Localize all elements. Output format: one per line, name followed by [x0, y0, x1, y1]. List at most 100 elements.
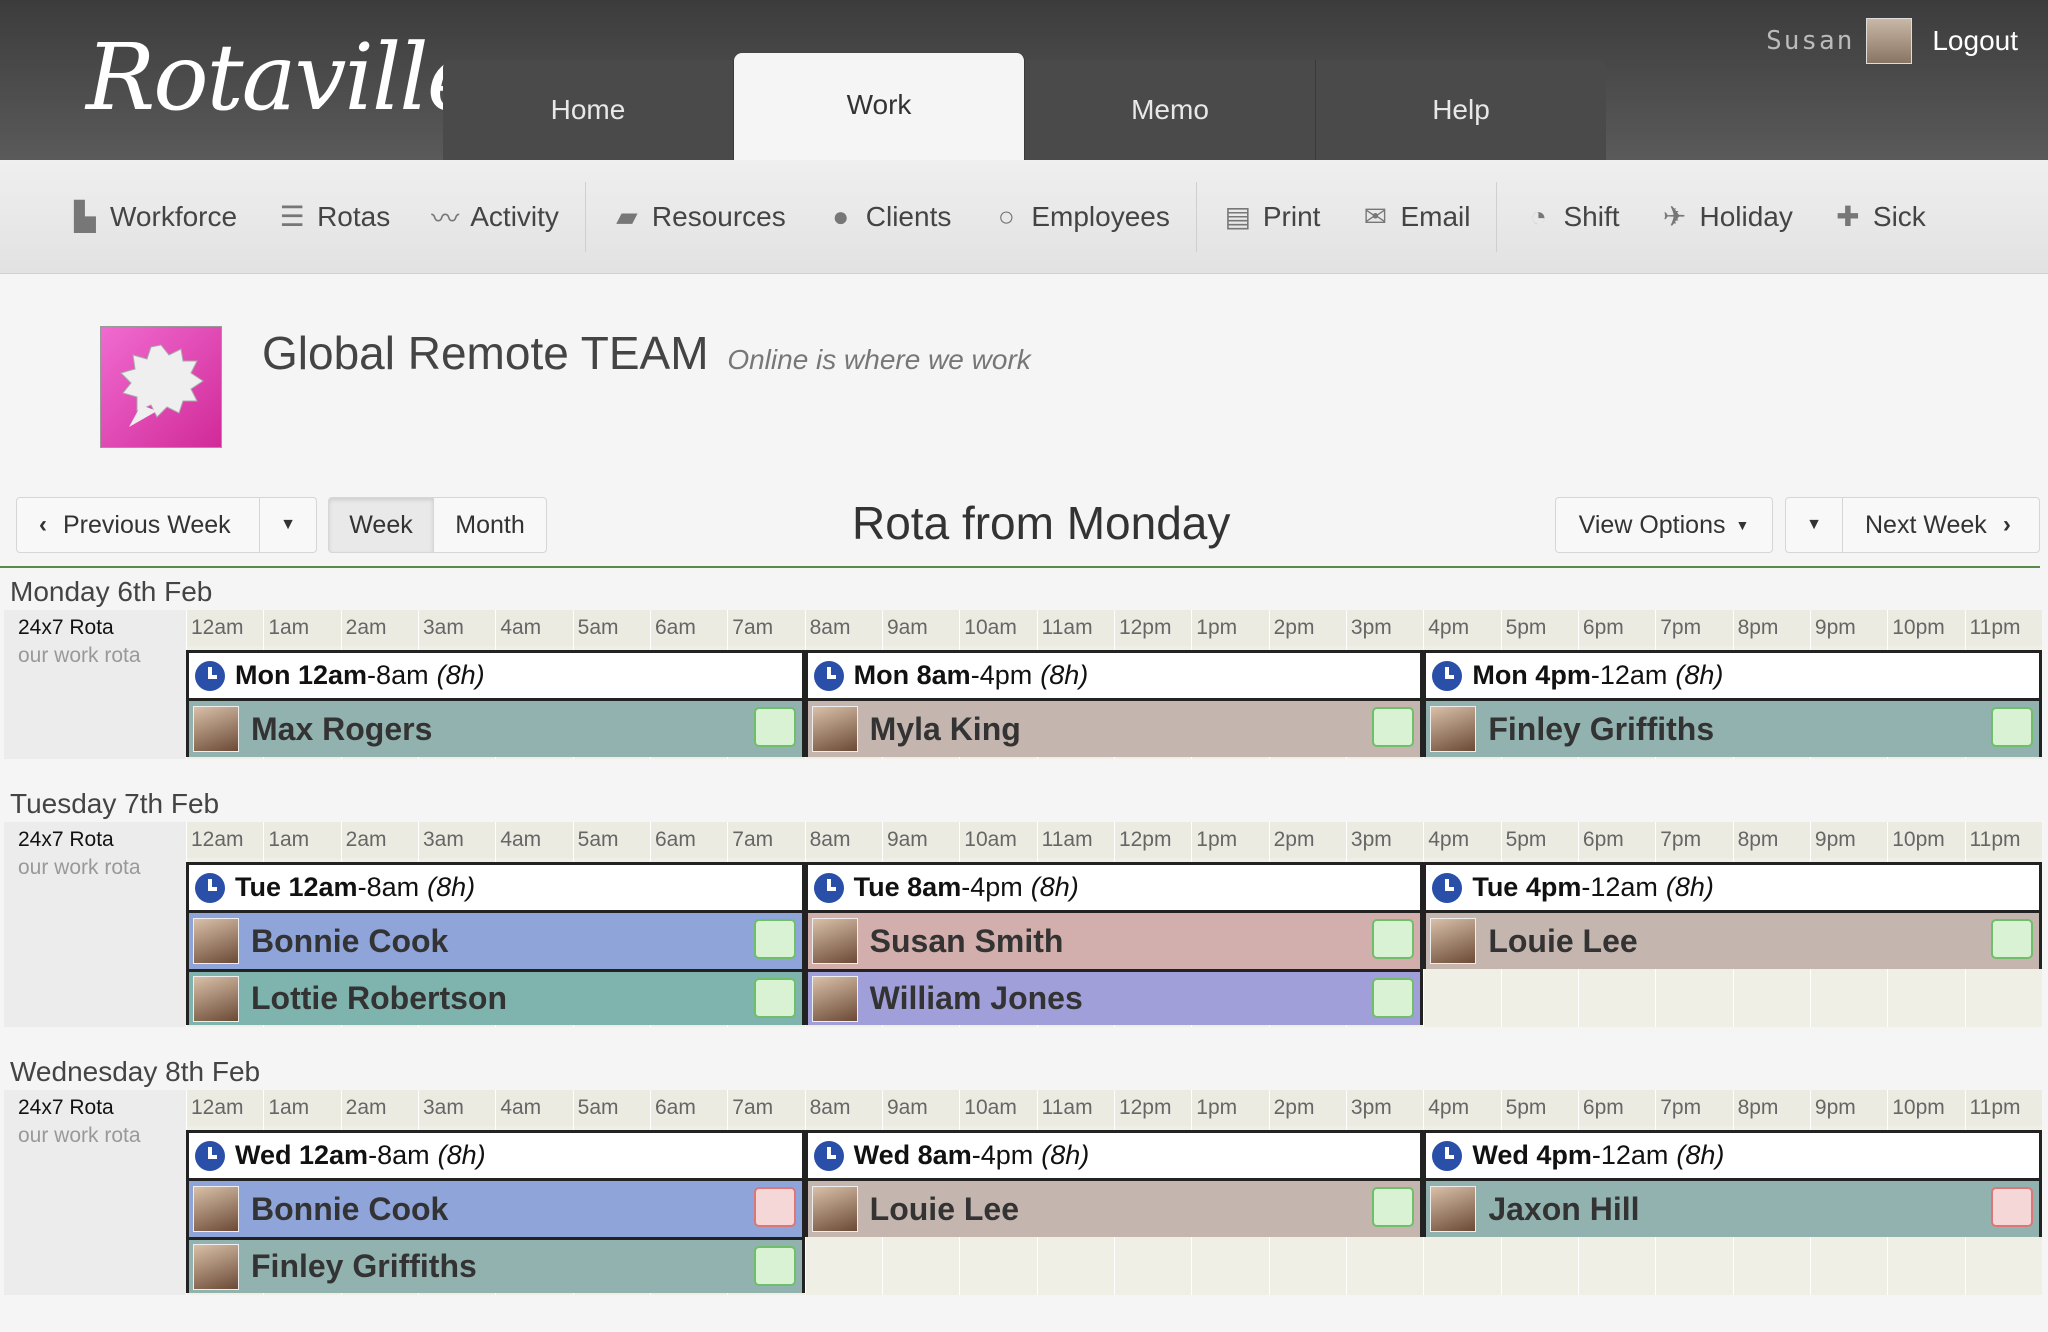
employee-name: Lottie Robertson	[251, 980, 507, 1016]
status-checkbox[interactable]	[753, 919, 796, 959]
employee-name: Susan Smith	[869, 922, 1064, 959]
tab-work[interactable]: Work	[734, 53, 1025, 160]
next-week-dropdown[interactable]: ▼	[1785, 497, 1843, 553]
shift-block[interactable]: Wed 12am -8am (8h) Bonnie Cook Finley Griffi…	[186, 1130, 805, 1293]
sick-label: Sick	[1872, 200, 1926, 232]
tab-help[interactable]: Help	[1316, 60, 1606, 160]
status-checkbox[interactable]	[753, 707, 796, 747]
status-checkbox[interactable]	[1990, 1187, 2033, 1227]
employee-row[interactable]: Finley Griffiths	[189, 1237, 802, 1293]
employees-button[interactable]: ○ Employees	[991, 201, 1170, 233]
status-checkbox[interactable]	[753, 1246, 796, 1286]
shift-header[interactable]: Mon 4pm -12am (8h)	[1426, 653, 2039, 701]
status-checkbox[interactable]	[1372, 707, 1415, 747]
email-button[interactable]: ✉ Email	[1360, 201, 1471, 233]
shift-end: 4pm	[979, 660, 1033, 690]
employee-avatar	[193, 1243, 239, 1290]
employee-avatar	[193, 918, 239, 964]
shift-header[interactable]: Wed 12am -8am (8h)	[189, 1133, 802, 1181]
shift-button[interactable]: ◔ Shift	[1523, 200, 1620, 233]
shift-block[interactable]: Tue 4pm -12am (8h) Louie Lee	[1423, 862, 2042, 969]
previous-week-dropdown[interactable]: ▼	[259, 497, 317, 553]
hour-label: 3pm	[1345, 610, 1424, 646]
employee-row[interactable]: Finley Griffiths	[1426, 701, 2039, 757]
month-view-button[interactable]: Month	[433, 497, 547, 553]
hour-label: 3am	[417, 610, 496, 646]
hour-label: 9am	[881, 822, 960, 858]
person-outline-icon: ○	[997, 200, 1015, 232]
hour-label: 10pm	[1887, 610, 1965, 646]
employee-avatar	[193, 1186, 239, 1232]
hour-label: 1pm	[1191, 822, 1269, 858]
employee-avatar	[193, 706, 239, 752]
status-checkbox[interactable]	[1372, 1187, 1415, 1227]
shift-start: Wed 4pm	[1472, 1140, 1592, 1170]
hour-label: 11am	[1036, 610, 1114, 646]
shift-block[interactable]: Tue 12am -8am (8h) Bonnie Cook Lottie Robert…	[186, 862, 805, 1025]
shift-block[interactable]: Mon 12am -8am (8h) Max Rogers	[186, 650, 805, 757]
employee-name: Finley Griffiths	[1488, 710, 1715, 747]
hour-label: 10pm	[1887, 1090, 1965, 1126]
previous-week-button[interactable]: ‹ Previous Week	[16, 497, 260, 553]
status-checkbox[interactable]	[1990, 707, 2033, 747]
resources-button[interactable]: ▰ Resources	[612, 201, 786, 233]
employee-row[interactable]: Susan Smith	[807, 913, 1421, 969]
employee-row[interactable]: Louie Lee	[1426, 913, 2039, 969]
rota-name[interactable]: 24x7 Rota	[18, 828, 114, 852]
activity-label: Activity	[470, 200, 559, 232]
shift-block[interactable]: Tue 8am -4pm (8h) Susan Smith William Jones	[804, 862, 1424, 1025]
shift-block[interactable]: Mon 8am -4pm (8h) Myla King	[804, 650, 1424, 757]
status-checkbox[interactable]	[1990, 919, 2033, 959]
shift-block[interactable]: Wed 8am -4pm (8h) Louie Lee	[804, 1130, 1424, 1237]
shift-header[interactable]: Tue 12am -8am (8h)	[189, 865, 802, 913]
status-checkbox[interactable]	[753, 1187, 796, 1227]
employee-row[interactable]: Bonnie Cook	[189, 913, 802, 969]
hour-label: 5pm	[1500, 610, 1578, 646]
rotas-button[interactable]: ☰ Rotas	[277, 201, 391, 233]
shift-header[interactable]: Wed 8am -4pm (8h)	[807, 1133, 1421, 1181]
shift-header[interactable]: Wed 4pm -12am (8h)	[1426, 1133, 2039, 1181]
employee-row[interactable]: Myla King	[807, 701, 1421, 757]
next-week-button[interactable]: Next Week ›	[1842, 497, 2040, 553]
print-button[interactable]: ▤ Print	[1223, 201, 1321, 233]
hour-label: 2pm	[1268, 610, 1346, 646]
hour-label: 3am	[417, 1090, 496, 1126]
clients-button[interactable]: ● Clients	[826, 201, 951, 233]
workforce-button[interactable]: ▙ Workforce	[70, 201, 237, 233]
shift-block[interactable]: Wed 4pm -12am (8h) Jaxon Hill	[1423, 1130, 2042, 1237]
clock-icon	[813, 872, 844, 903]
tab-home[interactable]: Home	[443, 60, 734, 160]
shift-end: 12am	[1599, 660, 1668, 690]
sick-button[interactable]: ✚ Sick	[1833, 201, 1926, 233]
shift-header[interactable]: Tue 8am -4pm (8h)	[807, 865, 1421, 913]
view-options-button[interactable]: View Options ▼	[1555, 497, 1773, 553]
activity-button[interactable]: 〰 Activity	[430, 200, 559, 234]
employee-avatar	[1430, 706, 1477, 752]
employee-row[interactable]: Jaxon Hill	[1426, 1181, 2039, 1237]
holiday-button[interactable]: ✈ Holiday	[1660, 201, 1793, 233]
app-logo[interactable]: Rotaville	[86, 24, 481, 131]
employee-row[interactable]: Max Rogers	[189, 701, 802, 757]
shift-header[interactable]: Mon 8am -4pm (8h)	[807, 653, 1421, 701]
week-view-button[interactable]: Week	[328, 497, 434, 553]
tab-memo[interactable]: Memo	[1025, 60, 1316, 160]
shift-block[interactable]: Mon 4pm -12am (8h) Finley Griffiths	[1423, 650, 2042, 757]
employee-row[interactable]: William Jones	[807, 969, 1421, 1025]
user-avatar[interactable]	[1866, 18, 1913, 64]
shift-header[interactable]: Mon 12am -8am (8h)	[189, 653, 802, 701]
employee-row[interactable]: Bonnie Cook	[189, 1181, 802, 1237]
shift-header[interactable]: Tue 4pm -12am (8h)	[1426, 865, 2039, 913]
clock-icon	[1432, 872, 1463, 903]
employee-row[interactable]: Louie Lee	[807, 1181, 1421, 1237]
logout-link[interactable]: Logout	[1932, 25, 2018, 57]
hour-label: 10am	[959, 822, 1037, 858]
rota-name[interactable]: 24x7 Rota	[18, 616, 114, 640]
employee-row[interactable]: Lottie Robertson	[189, 969, 802, 1025]
status-checkbox[interactable]	[1372, 919, 1415, 959]
clock-icon: ◔	[1530, 200, 1547, 232]
status-checkbox[interactable]	[753, 978, 796, 1018]
hour-label: 9pm	[1809, 1090, 1888, 1126]
hour-label: 1pm	[1191, 610, 1269, 646]
rota-name[interactable]: 24x7 Rota	[18, 1096, 114, 1120]
status-checkbox[interactable]	[1372, 978, 1415, 1018]
